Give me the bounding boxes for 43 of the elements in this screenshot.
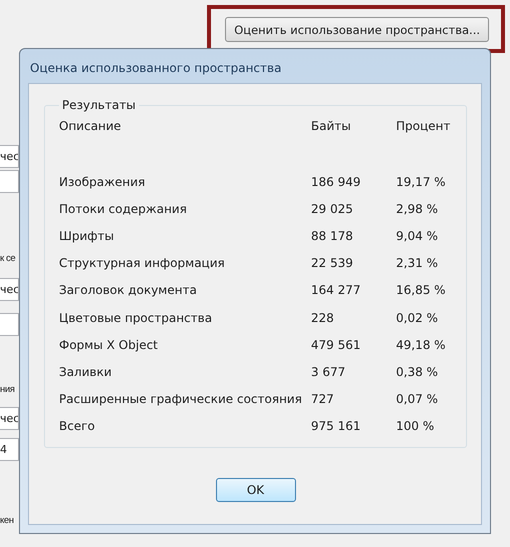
table-cell-text: 16,85 % — [396, 282, 447, 298]
table-cell-text: Заголовок документа — [59, 282, 198, 298]
table-cell-text: 975 161 — [311, 418, 362, 434]
field-label: к се — [0, 253, 16, 264]
table-cell-text: 2,98 % — [396, 201, 439, 218]
column-header: Процент — [396, 118, 452, 134]
table-cell-text: 228 — [311, 310, 335, 326]
table-cell-text: Потоки содержания — [59, 201, 188, 218]
table-cell-text: 2,31 % — [396, 255, 439, 272]
table-cell-text: Цветовые пространства — [59, 310, 214, 326]
table-cell-text: 3 677 — [311, 364, 346, 380]
table-cell-text: 164 277 — [311, 282, 362, 298]
table-cell-text: 727 — [311, 390, 335, 407]
table-cell-text: 19,17 % — [396, 174, 447, 190]
table-cell-text: 479 561 — [311, 336, 362, 353]
input-field[interactable] — [0, 170, 19, 193]
table-cell-text: 29 025 — [311, 201, 354, 218]
table-cell-text: Шрифты — [59, 228, 115, 244]
field-label: ния — [0, 384, 14, 395]
estimate-space-button[interactable]: Оценить использование пространства... — [225, 17, 489, 42]
field-label: кен — [0, 515, 14, 526]
table-cell-text: Формы X Object — [59, 336, 159, 353]
table-cell-text: Расширенные графические состояния — [59, 390, 303, 407]
table-cell-text: 0,38 % — [396, 364, 439, 380]
table-cell-text: 0,02 % — [396, 310, 439, 326]
table-cell-text: 88 178 — [311, 228, 354, 244]
table-cell-text: 22 539 — [311, 255, 354, 272]
table-cell-text: Структурная информация — [59, 255, 226, 272]
table-cell-text: 9,04 % — [396, 228, 439, 244]
input-field[interactable]: 4 — [0, 438, 19, 461]
table-cell-text: 100 % — [396, 418, 436, 434]
column-header: Байты — [311, 118, 352, 134]
table-cell-text: 49,18 % — [396, 336, 447, 353]
dialog-title: Оценка использованного пространства — [29, 60, 282, 77]
table-cell-text: 186 949 — [311, 174, 362, 190]
group-title: Результаты — [61, 98, 137, 112]
table-cell-text: Изображения — [59, 174, 146, 190]
ok-button[interactable]: OK — [216, 478, 296, 502]
table-cell-text: 0,07 % — [396, 390, 439, 407]
input-field[interactable] — [0, 313, 19, 336]
table-cell-text: Всего — [59, 418, 96, 434]
column-header: Описание — [59, 118, 122, 134]
table-cell-text: Заливки — [59, 364, 113, 380]
